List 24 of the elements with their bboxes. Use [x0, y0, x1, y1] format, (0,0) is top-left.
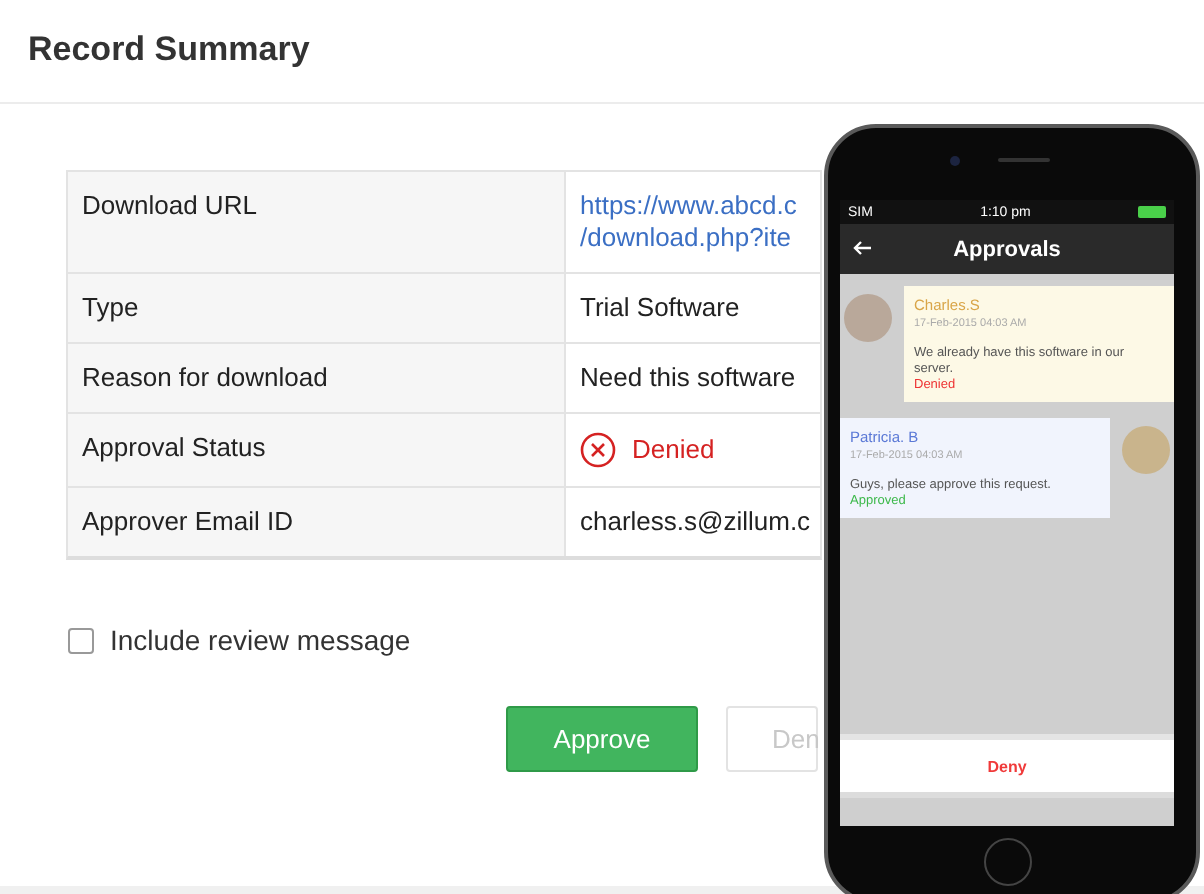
field-label: Approval Status: [68, 414, 566, 486]
field-label: Reason for download: [68, 344, 566, 412]
approve-button[interactable]: Approve: [506, 705, 698, 771]
home-button[interactable]: [984, 838, 1032, 886]
download-link[interactable]: https://www.abcd.c: [580, 190, 806, 222]
field-label: Type: [68, 274, 566, 342]
field-value: Trial Software: [580, 292, 742, 324]
review-checkbox[interactable]: [68, 627, 94, 653]
back-arrow-icon[interactable]: [852, 240, 872, 256]
field-value: charless.s@zillum.c: [580, 506, 811, 538]
field-label: Approver Email ID: [68, 488, 566, 556]
download-link[interactable]: /download.php?ite: [580, 222, 806, 254]
deny-action[interactable]: Deny: [987, 757, 1027, 775]
camera-icon: [950, 156, 960, 166]
field-label: Download URL: [68, 172, 566, 272]
page-title: Record Summary: [28, 30, 310, 70]
avatar: [1122, 426, 1170, 474]
cross-circle-icon: [580, 432, 616, 468]
avatar: [844, 294, 892, 342]
battery-icon: [1138, 206, 1166, 218]
status-value: Denied: [632, 434, 715, 466]
screen-title: Approvals: [953, 237, 1061, 261]
field-value: Need this software: [580, 362, 798, 394]
checkbox-label: Include review message: [110, 624, 411, 656]
